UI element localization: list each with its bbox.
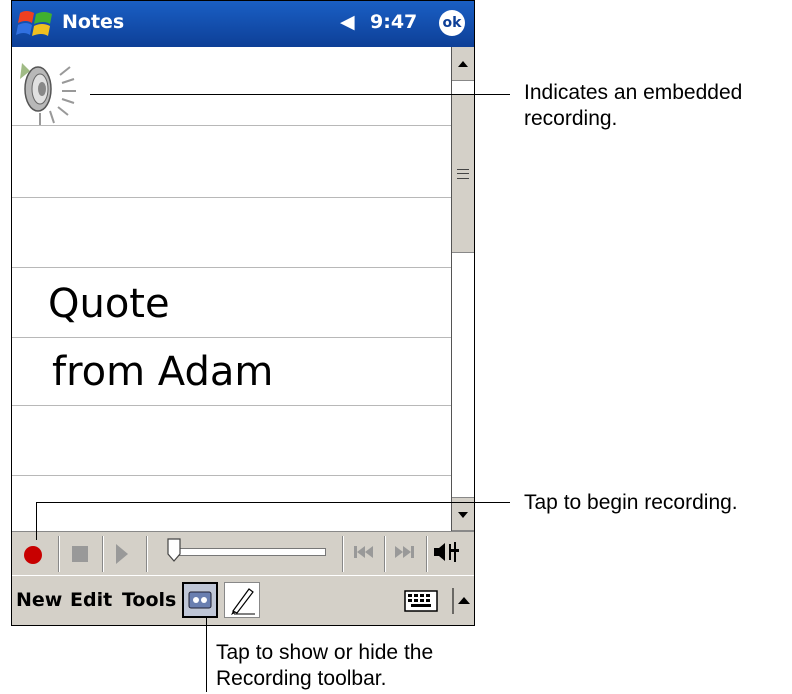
separator	[58, 536, 60, 572]
separator	[342, 536, 344, 572]
callout-toggle-line1: Tap to show or hide the	[216, 641, 434, 664]
input-panel-arrow-icon[interactable]	[452, 588, 472, 614]
position-slider-track[interactable]	[172, 548, 326, 556]
separator	[426, 536, 428, 572]
menu-tools[interactable]: Tools	[122, 589, 176, 611]
recording-toolbar	[12, 531, 474, 575]
scroll-thumb[interactable]	[452, 93, 474, 253]
windows-start-flag-icon[interactable]	[16, 7, 56, 41]
skip-forward-icon[interactable]	[392, 542, 416, 562]
separator	[102, 536, 104, 572]
record-icon	[24, 546, 42, 564]
keyboard-icon[interactable]	[404, 590, 438, 612]
cassette-icon	[188, 591, 212, 609]
arrow-down-icon	[458, 512, 468, 518]
skip-back-icon[interactable]	[352, 542, 376, 562]
ruled-line	[12, 337, 451, 338]
embedded-recording-speaker-icon[interactable]	[12, 53, 92, 127]
note-text-line-2: from Adam	[52, 349, 274, 395]
pen-icon	[231, 588, 255, 615]
ruled-line	[12, 197, 451, 198]
menu-bar: New Edit Tools	[12, 575, 474, 625]
callout-line-embedded	[90, 94, 510, 95]
menu-new[interactable]: New	[16, 589, 62, 611]
app-title: Notes	[62, 11, 125, 33]
record-button[interactable]	[20, 536, 60, 572]
callout-line-record-vertical	[36, 502, 37, 540]
vertical-scrollbar[interactable]	[451, 47, 474, 531]
callout-record-text: Tap to begin recording.	[524, 491, 738, 514]
stop-icon[interactable]	[72, 546, 88, 562]
separator	[384, 536, 386, 572]
recording-toolbar-toggle-button[interactable]	[182, 582, 218, 618]
callout-embedded-line2: recording.	[524, 107, 618, 130]
callout-toggle-text: Tap to show or hide the Recording toolba…	[216, 640, 433, 692]
callout-line-toggle	[206, 618, 207, 692]
speaker-status-icon[interactable]: ◀	[340, 11, 355, 33]
note-text-line-1: Quote	[48, 281, 170, 327]
ok-button[interactable]: ok	[439, 10, 465, 36]
note-writing-area[interactable]: Quote from Adam	[12, 47, 451, 531]
callout-embedded-text: Indicates an embedded recording.	[524, 80, 742, 132]
scroll-up-button[interactable]	[452, 47, 474, 81]
ruled-line	[12, 267, 451, 268]
clock[interactable]: 9:47	[370, 11, 417, 33]
callout-toggle-line2: Recording toolbar.	[216, 667, 387, 690]
grip-icon	[457, 169, 469, 179]
position-slider-thumb[interactable]	[167, 538, 181, 562]
pen-button[interactable]	[224, 582, 260, 618]
play-icon[interactable]	[116, 544, 128, 564]
callout-embedded-line1: Indicates an embedded	[524, 81, 743, 104]
callout-line-record	[36, 502, 510, 503]
ruled-line	[12, 475, 451, 476]
menu-edit[interactable]: Edit	[70, 589, 112, 611]
ruled-line	[12, 405, 451, 406]
title-bar: Notes ◀ 9:47 ok	[12, 1, 474, 47]
separator	[146, 536, 148, 572]
arrow-up-icon	[458, 61, 468, 67]
volume-icon[interactable]	[432, 540, 466, 564]
